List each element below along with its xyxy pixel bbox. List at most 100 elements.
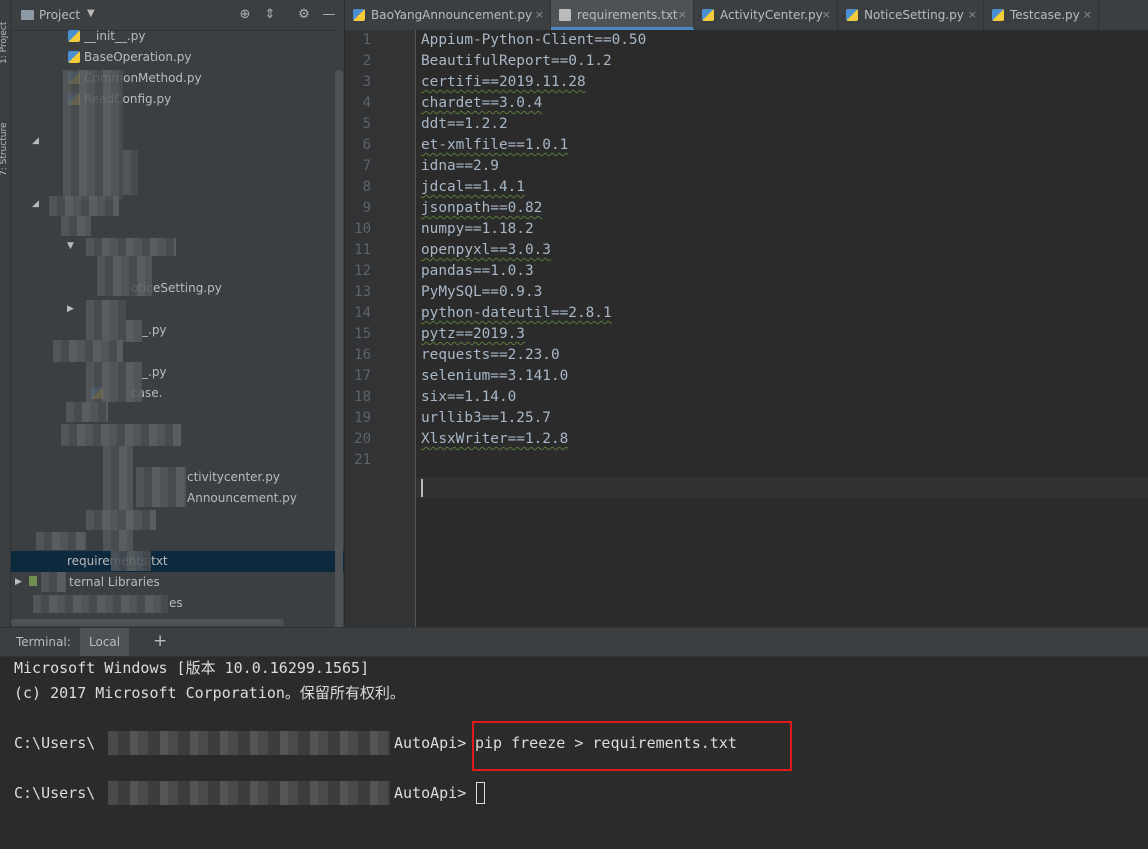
project-panel-header: Project ▼ ⊕ ⇕ ⚙ —: [11, 0, 344, 31]
project-title[interactable]: Project: [39, 8, 80, 22]
line-number: 10: [354, 221, 371, 237]
terminal-cursor: [476, 782, 485, 804]
redacted-region: [53, 340, 123, 362]
code-line: python-dateutil==2.8.1: [421, 305, 612, 321]
terminal-label: Terminal:: [16, 635, 71, 649]
code-editor[interactable]: Appium-Python-Client==0.50 BeautifulRepor…: [416, 30, 1148, 627]
python-file-icon: [68, 51, 80, 63]
tree-item-label: Announcement.py: [187, 491, 297, 505]
tab-activity-center[interactable]: ActivityCenter.py ×: [694, 0, 838, 30]
project-horizontal-scrollbar[interactable]: [11, 619, 284, 626]
close-icon[interactable]: ×: [1083, 0, 1092, 30]
collapse-arrow-icon[interactable]: ▶: [67, 304, 74, 314]
redacted-region: [108, 731, 390, 755]
code-line: numpy==1.18.2: [421, 221, 534, 237]
line-number: 18: [354, 389, 371, 405]
code-line: requests==2.23.0: [421, 347, 560, 363]
tool-tab-structure[interactable]: 7: Structure: [0, 96, 10, 177]
add-terminal-icon[interactable]: +: [153, 631, 167, 651]
minimize-icon[interactable]: —: [320, 6, 338, 24]
tab-requirements[interactable]: requirements.txt ×: [551, 0, 694, 30]
tab-testcase[interactable]: Testcase.py ×: [984, 0, 1099, 30]
code-line: urllib3==1.25.7: [421, 410, 551, 426]
text-file-icon: [559, 9, 571, 21]
redacted-region: [41, 572, 66, 592]
tree-item-label: __init__.py: [84, 29, 146, 43]
collapse-arrow-icon[interactable]: ▶: [15, 577, 22, 587]
line-number: 4: [362, 95, 371, 111]
line-number: 17: [354, 368, 371, 384]
project-panel: Project ▼ ⊕ ⇕ ⚙ — __init__.py BaseOperat…: [11, 0, 344, 627]
tree-item[interactable]: __init__.py: [68, 26, 146, 47]
code-line: jsonpath==0.82: [421, 200, 543, 216]
tool-window-strip: 1: Project 7: Structure: [0, 0, 11, 627]
tool-tab-project[interactable]: 1: Project: [0, 4, 10, 64]
redacted-region: [136, 467, 186, 507]
terminal-prompt-suffix: AutoApi>: [394, 734, 467, 752]
tree-item[interactable]: BaseOperation.py: [68, 47, 191, 68]
expand-arrow-icon[interactable]: ▼: [67, 241, 74, 251]
gear-icon[interactable]: ⚙: [295, 6, 313, 24]
close-icon[interactable]: ×: [535, 0, 544, 30]
terminal-prompt-prefix: C:\Users\: [14, 734, 96, 752]
locate-icon[interactable]: ⊕: [236, 6, 254, 24]
tab-terminal-local[interactable]: Local: [80, 628, 130, 656]
tab-label: BaoYangAnnouncement.py: [371, 8, 533, 22]
code-line: PyMySQL==0.9.3: [421, 284, 543, 300]
line-number: 3: [362, 74, 371, 90]
redacted-region: [86, 300, 126, 320]
tree-item-label: ctivitycenter.py: [187, 470, 280, 484]
line-number: 8: [362, 179, 371, 195]
line-number-gutter: 1 2 3 4 5 6 7 8 9 10 11 12 13 14 15 16 17 18 19 20 21: [345, 30, 416, 627]
code-line: BeautifulReport==0.1.2: [421, 53, 612, 69]
selected-row: [11, 551, 344, 572]
tree-item[interactable]: _.py: [142, 362, 167, 383]
code-line: Appium-Python-Client==0.50: [421, 32, 647, 48]
tree-item[interactable]: ctivitycenter.py: [187, 467, 280, 488]
python-file-icon: [702, 9, 714, 21]
line-number: 6: [362, 137, 371, 153]
code-line: certifi==2019.11.28: [421, 74, 586, 90]
line-number: 9: [362, 200, 371, 216]
redacted-region: [97, 256, 152, 296]
tree-item-scratches[interactable]: es: [169, 593, 183, 614]
code-line: et-xmlfile==1.0.1: [421, 137, 569, 153]
close-icon[interactable]: ×: [822, 0, 831, 30]
tab-baoyang-announcement[interactable]: BaoYangAnnouncement.py ×: [345, 0, 551, 30]
chevron-down-icon[interactable]: ▼: [87, 8, 95, 19]
highlight-box: [472, 721, 792, 771]
redacted-region: [86, 362, 142, 402]
redacted-region: [86, 238, 176, 256]
redacted-region: [63, 70, 123, 200]
redacted-region: [111, 551, 151, 571]
tab-label: requirements.txt: [577, 8, 678, 22]
redacted-region: [123, 150, 138, 195]
terminal-line: (c) 2017 Microsoft Corporation。保留所有权利。: [14, 684, 405, 702]
tree-item[interactable]: _.py: [142, 320, 167, 341]
tab-notice-setting[interactable]: NoticeSetting.py ×: [838, 0, 984, 30]
redacted-region: [33, 595, 168, 613]
line-number: 1: [362, 32, 371, 48]
expand-arrow-icon[interactable]: ◢: [32, 199, 39, 209]
line-number: 13: [354, 284, 371, 300]
line-number: 21: [354, 452, 371, 468]
line-number: 7: [362, 158, 371, 174]
line-number: 16: [354, 347, 371, 363]
code-line: idna==2.9: [421, 158, 499, 174]
redacted-region: [61, 216, 91, 236]
close-icon[interactable]: ×: [678, 0, 687, 30]
line-number: 20: [354, 431, 371, 447]
redacted-region: [108, 781, 390, 805]
python-file-icon: [992, 9, 1004, 21]
python-file-icon: [68, 30, 80, 42]
expand-arrow-icon[interactable]: ◢: [32, 136, 39, 146]
collapse-icon[interactable]: ⇕: [261, 6, 279, 24]
terminal-prompt-prefix: C:\Users\: [14, 784, 96, 802]
tree-item[interactable]: Announcement.py: [187, 488, 297, 509]
redacted-region: [36, 532, 86, 550]
editor-tab-bar: BaoYangAnnouncement.py × requirements.tx…: [345, 0, 1148, 31]
close-icon[interactable]: ×: [968, 0, 977, 30]
redacted-region: [103, 446, 133, 551]
line-number: 15: [354, 326, 371, 342]
project-folder-icon: [21, 10, 34, 20]
